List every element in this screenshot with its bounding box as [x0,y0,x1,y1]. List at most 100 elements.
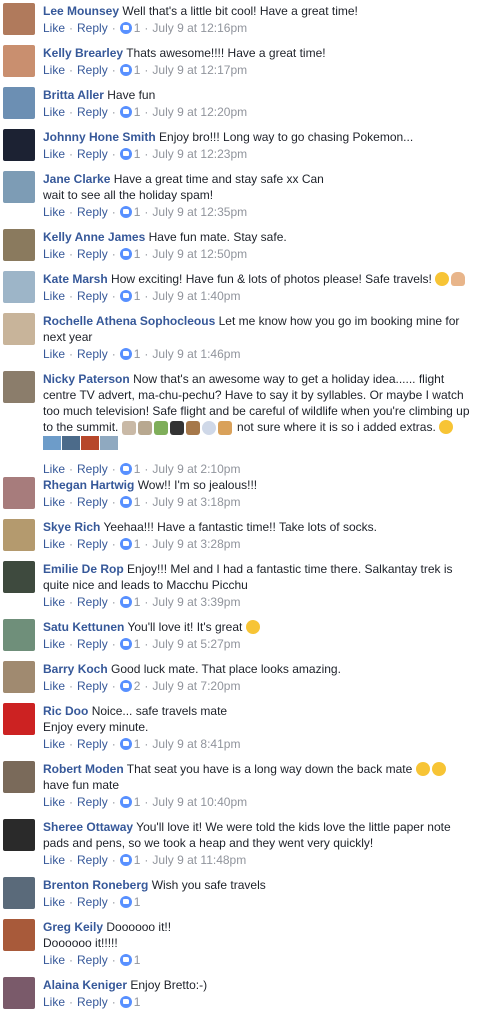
comment-author[interactable]: Lee Mounsey [43,4,119,18]
reply-button[interactable]: Reply [77,147,108,161]
timestamp[interactable]: July 9 at 12:35pm [152,205,247,219]
comment-author[interactable]: Jane Clarke [43,172,110,186]
avatar[interactable] [3,87,35,119]
like-button[interactable]: Like [43,953,65,967]
avatar[interactable] [3,919,35,951]
reply-button[interactable]: Reply [77,737,108,751]
like-button[interactable]: Like [43,347,65,361]
like-icon[interactable] [119,738,132,750]
comment-author[interactable]: Barry Koch [43,662,108,676]
like-button[interactable]: Like [43,537,65,551]
like-button[interactable]: Like [43,795,65,809]
comment-author[interactable]: Greg Keily [43,920,103,934]
avatar[interactable] [3,661,35,693]
avatar[interactable] [3,45,35,77]
reply-button[interactable]: Reply [77,537,108,551]
reply-button[interactable]: Reply [77,637,108,651]
comment-author[interactable]: Satu Kettunen [43,620,124,634]
like-button[interactable]: Like [43,895,65,909]
comment-author[interactable]: Alaina Keniger [43,978,127,992]
like-icon[interactable] [119,854,132,866]
timestamp[interactable]: July 9 at 12:17pm [152,63,247,77]
avatar[interactable] [3,313,35,345]
like-button[interactable]: Like [43,595,65,609]
timestamp[interactable]: July 9 at 7:20pm [152,679,240,693]
like-button[interactable]: Like [43,63,65,77]
like-icon[interactable] [119,206,132,218]
timestamp[interactable]: July 9 at 5:27pm [152,637,240,651]
comment-author[interactable]: Sheree Ottaway [43,820,133,834]
comment-author[interactable]: Ric Doo [43,704,88,718]
like-button[interactable]: Like [43,21,65,35]
like-icon[interactable] [119,596,132,608]
like-icon[interactable] [119,996,132,1008]
timestamp[interactable]: July 9 at 12:50pm [152,247,247,261]
reply-button[interactable]: Reply [77,105,108,119]
like-button[interactable]: Like [43,105,65,119]
like-button[interactable]: Like [43,637,65,651]
like-icon[interactable] [119,538,132,550]
reply-button[interactable]: Reply [77,289,108,303]
avatar[interactable] [3,561,35,593]
reply-button[interactable]: Reply [77,495,108,509]
like-button[interactable]: Like [43,853,65,867]
avatar[interactable] [3,171,35,203]
comment-author[interactable]: Nicky Paterson [43,372,130,386]
timestamp[interactable]: July 9 at 1:46pm [152,347,240,361]
comment-author[interactable]: Skye Rich [43,520,100,534]
like-icon[interactable] [119,680,132,692]
like-icon[interactable] [119,106,132,118]
avatar[interactable] [3,477,35,509]
comment-author[interactable]: Rochelle Athena Sophocleous [43,314,215,328]
like-count[interactable]: 1 [134,953,141,967]
avatar[interactable] [3,703,35,735]
avatar[interactable] [3,129,35,161]
reply-button[interactable]: Reply [77,995,108,1009]
like-icon[interactable] [119,638,132,650]
reply-button[interactable]: Reply [77,347,108,361]
reply-button[interactable]: Reply [77,205,108,219]
like-button[interactable]: Like [43,679,65,693]
like-count[interactable]: 1 [134,895,141,909]
comment-author[interactable]: Brenton Roneberg [43,878,148,892]
comment-author[interactable]: Emilie De Rop [43,562,124,576]
like-icon[interactable] [119,496,132,508]
avatar[interactable] [3,271,35,303]
comment-author[interactable]: Kate Marsh [43,272,108,286]
avatar[interactable] [3,819,35,851]
reply-button[interactable]: Reply [77,795,108,809]
like-button[interactable]: Like [43,995,65,1009]
like-button[interactable]: Like [43,495,65,509]
like-button[interactable]: Like [43,205,65,219]
comment-author[interactable]: Robert Moden [43,762,124,776]
reply-button[interactable]: Reply [77,21,108,35]
timestamp[interactable]: July 9 at 10:40pm [152,795,247,809]
comment-author[interactable]: Rhegan Hartwig [43,478,134,492]
timestamp[interactable]: July 9 at 12:16pm [152,21,247,35]
like-icon[interactable] [119,896,132,908]
like-button[interactable]: Like [43,737,65,751]
photo-thumbnails[interactable] [43,435,119,460]
like-icon[interactable] [119,796,132,808]
timestamp[interactable]: July 9 at 11:48pm [152,853,246,867]
like-icon[interactable] [119,348,132,360]
avatar[interactable] [3,977,35,1009]
like-button[interactable]: Like [43,247,65,261]
like-icon[interactable] [119,248,132,260]
avatar[interactable] [3,877,35,909]
avatar[interactable] [3,619,35,651]
like-button[interactable]: Like [43,147,65,161]
comment-author[interactable]: Britta Aller [43,88,104,102]
avatar[interactable] [3,229,35,261]
reply-button[interactable]: Reply [77,895,108,909]
like-count[interactable]: 1 [134,995,141,1009]
reply-button[interactable]: Reply [77,63,108,77]
timestamp[interactable]: July 9 at 1:40pm [152,289,240,303]
timestamp[interactable]: July 9 at 12:23pm [152,147,247,161]
reply-button[interactable]: Reply [77,853,108,867]
like-icon[interactable] [119,954,132,966]
avatar[interactable] [3,3,35,35]
avatar[interactable] [3,761,35,793]
timestamp[interactable]: July 9 at 3:18pm [152,495,240,509]
avatar[interactable] [3,519,35,551]
